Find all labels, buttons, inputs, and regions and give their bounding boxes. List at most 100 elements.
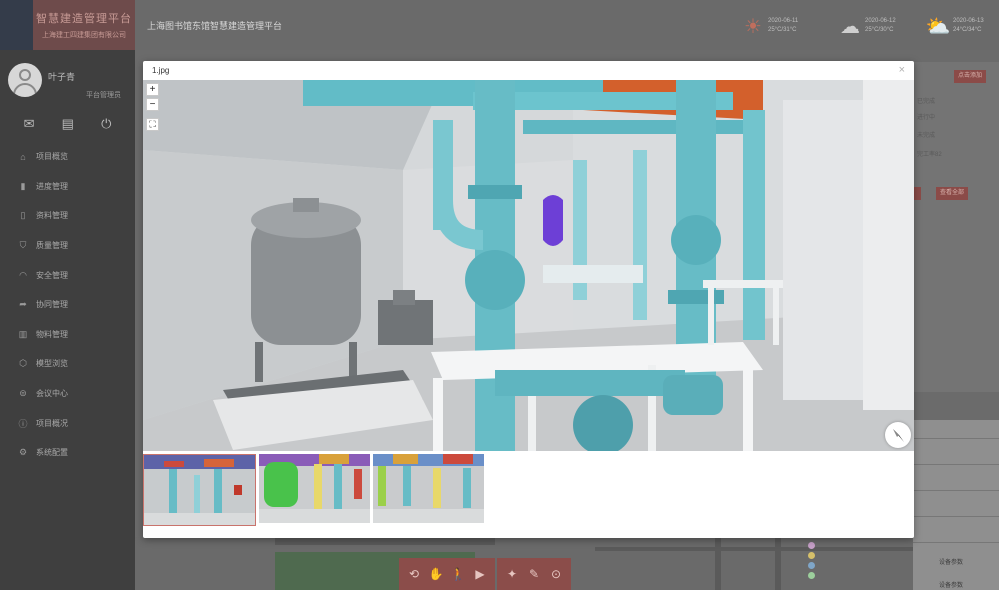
- weather-temp: 24°C/34°C: [953, 27, 982, 33]
- sidebar-item-label: 系统配置: [36, 448, 68, 458]
- thumbnail-2[interactable]: [259, 454, 370, 523]
- share-icon: ➦: [19, 299, 27, 310]
- logo-text: 智慧建造管理平台 上海建工四建集团有限公司: [33, 0, 135, 50]
- user-name: 叶子青: [48, 72, 76, 82]
- walk-icon[interactable]: ✦: [503, 565, 521, 583]
- sidebar-item-label: 物料管理: [36, 329, 68, 339]
- cube-icon: ⬡: [19, 358, 27, 369]
- weather-temp: 25°C/31°C: [768, 27, 797, 33]
- sidebar-item-label: 进度管理: [36, 181, 68, 191]
- quick-icons: ✉ ▤ ⏻: [0, 114, 135, 134]
- thumbnail-1[interactable]: [143, 454, 256, 526]
- avatar[interactable]: [8, 63, 42, 97]
- sidebar-item-materials[interactable]: ▥ 物料管理: [0, 320, 135, 350]
- legend-dot: [808, 541, 815, 549]
- shield-icon: ⛉: [19, 240, 27, 251]
- sidebar-item-collaboration[interactable]: ➦ 协同管理: [0, 290, 135, 320]
- sidebar-item-label: 协同管理: [36, 300, 68, 310]
- power-icon[interactable]: ⏻: [101, 114, 111, 134]
- book-icon: ▥: [18, 328, 28, 339]
- logo-subtitle: 上海建工四建集团有限公司: [42, 32, 126, 39]
- close-button[interactable]: ×: [899, 64, 905, 76]
- user-role: 平台管理员: [86, 92, 121, 99]
- toolbar-group-navigation: ⟲ ✋ 🚶 ▶: [399, 558, 495, 590]
- sidebar-item-label: 质量管理: [36, 241, 68, 251]
- page-title: 上海图书馆东馆智慧建造管理平台: [147, 21, 283, 31]
- zoom-out-button[interactable]: −: [146, 98, 159, 111]
- right-lower-panel: 设备参数 设备参数: [913, 420, 999, 590]
- sidebar-item-label: 项目概况: [36, 418, 68, 428]
- logo-block: 智慧建造管理平台 上海建工四建集团有限公司: [0, 0, 135, 50]
- status-line: 已完成: [917, 99, 936, 105]
- modal-header: 1.jpg ×: [143, 61, 914, 80]
- sidebar-item-label: 项目概览: [36, 152, 68, 162]
- weather-day-1: ☀ 2020-06-11 25°C/31°C: [740, 13, 798, 39]
- right-panel: 点击添加 已完成 进行中 未完成 完工率82 查看全部: [913, 62, 999, 392]
- zoom-in-button[interactable]: +: [146, 83, 159, 96]
- sidebar-item-quality[interactable]: ⛉ 质量管理: [0, 231, 135, 261]
- modal-title: 1.jpg: [152, 66, 170, 75]
- sidebar-item-meetings[interactable]: ⊜ 会议中心: [0, 379, 135, 409]
- weather-day-3: ⛅ 2020-06-13 24°C/34°C: [925, 13, 984, 39]
- id-card-icon[interactable]: ▤: [62, 114, 74, 134]
- section-icon[interactable]: ⊙: [547, 565, 565, 583]
- info-icon: ⓘ: [18, 418, 28, 429]
- sidebar-item-label: 模型浏览: [36, 359, 68, 369]
- fullscreen-button[interactable]: ⛶: [146, 118, 159, 131]
- mail-icon[interactable]: ✉: [24, 114, 35, 134]
- settings-icon: ⚙: [18, 447, 28, 458]
- doc-icon: ▯: [20, 210, 26, 221]
- user-area: 叶子青 平台管理员: [0, 58, 135, 108]
- home-icon: ⌂: [20, 151, 26, 162]
- lock-icon: ⊜: [19, 388, 27, 399]
- thumbnail-strip: [143, 454, 484, 528]
- weather-date: 2020-06-12: [865, 18, 896, 24]
- legend-dot: [808, 571, 815, 579]
- panel-button[interactable]: [913, 187, 921, 200]
- person-icon[interactable]: 🚶: [449, 565, 467, 583]
- orbit-icon[interactable]: ⟲: [405, 565, 423, 583]
- image-viewer-modal: 1.jpg × + − ⛶: [143, 61, 914, 538]
- legend-dot: [808, 551, 815, 559]
- pan-icon[interactable]: ✋: [427, 565, 445, 583]
- sidebar-item-settings[interactable]: ⚙ 系统配置: [0, 438, 135, 468]
- view-all-button[interactable]: 查看全部: [936, 187, 969, 200]
- legend: [808, 540, 848, 590]
- model-toolbar: ⟲ ✋ 🚶 ▶ ✦ ✎ ⊙: [399, 558, 571, 590]
- weather-date: 2020-06-13: [953, 18, 984, 24]
- weather-day-2: ☁ 2020-06-12 25°C/30°C: [837, 13, 896, 39]
- sidebar-item-safety[interactable]: ◠ 安全管理: [0, 260, 135, 290]
- sidebar-item-model[interactable]: ⬡ 模型浏览: [0, 349, 135, 379]
- sidebar-item-overview[interactable]: ⌂ 项目概览: [0, 142, 135, 172]
- sidebar: 智慧建造管理平台 上海建工四建集团有限公司 叶子青 平台管理员 ✉ ▤ ⏻ ⌂ 项…: [0, 0, 135, 590]
- rain-cloud-icon: ☁: [840, 15, 860, 38]
- logo-title: 智慧建造管理平台: [36, 13, 132, 25]
- sun-cloud-icon: ⛅: [925, 15, 951, 38]
- measure-icon[interactable]: ✎: [525, 565, 543, 583]
- status-line: 完工率82: [917, 152, 942, 158]
- sidebar-item-documents[interactable]: ▯ 资料管理: [0, 201, 135, 231]
- weather-temp: 25°C/30°C: [865, 27, 894, 33]
- sidebar-item-label: 会议中心: [36, 389, 68, 399]
- thumbnail-3[interactable]: [373, 454, 484, 523]
- sidebar-item-progress[interactable]: ▮ 进度管理: [0, 172, 135, 202]
- panorama-image[interactable]: [143, 80, 914, 451]
- chart-icon: ▮: [20, 180, 26, 191]
- legend-dot: [808, 561, 815, 569]
- sidebar-item-project-info[interactable]: ⓘ 项目概况: [0, 408, 135, 438]
- logo-mark: [0, 0, 33, 50]
- helmet-icon: ◠: [19, 269, 27, 280]
- sidebar-item-label: 资料管理: [36, 211, 68, 221]
- status-line: 未完成: [917, 133, 936, 139]
- sidebar-nav: ⌂ 项目概览 ▮ 进度管理 ▯ 资料管理 ⛉ 质量管理 ◠ 安全管理 ➦ 协同管理 ▥ 物料管…: [0, 142, 135, 468]
- row-label: 设备参数: [939, 583, 964, 589]
- status-line: 进行中: [917, 115, 936, 121]
- panorama-viewer[interactable]: + − ⛶: [143, 80, 914, 451]
- camera-icon[interactable]: ▶: [471, 565, 489, 583]
- sidebar-item-label: 安全管理: [36, 270, 68, 280]
- add-button[interactable]: 点击添加: [954, 70, 987, 83]
- weather-date: 2020-06-11: [768, 18, 799, 24]
- compass-icon[interactable]: [885, 422, 911, 448]
- top-bar: 上海图书馆东馆智慧建造管理平台 ☀ 2020-06-11 25°C/31°C ☁ …: [135, 0, 999, 50]
- row-label: 设备参数: [939, 560, 964, 566]
